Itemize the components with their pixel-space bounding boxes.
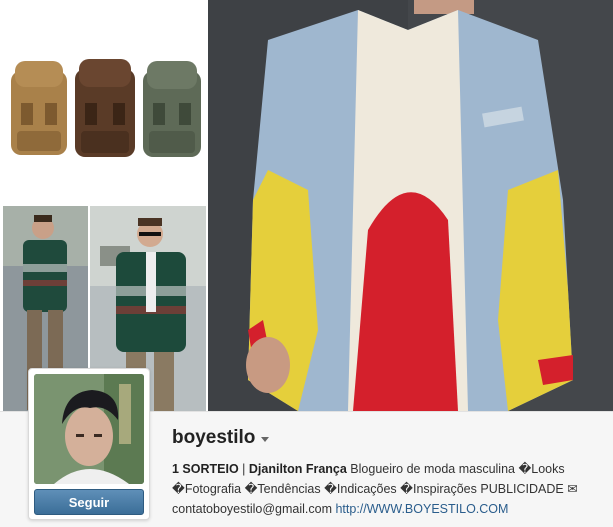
follow-button[interactable]: Seguir: [34, 489, 144, 515]
username: boyestilo: [172, 427, 256, 448]
avatar[interactable]: [34, 374, 144, 484]
chevron-down-icon[interactable]: [261, 437, 270, 442]
bio-line-3: contatoboyestilo@gmail.com http://WWW.BO…: [172, 499, 608, 519]
bio-author: Djanilton França: [248, 462, 347, 476]
photo-mosaic: [0, 0, 613, 411]
bio-description: Blogueiro de moda masculina �Looks: [346, 462, 565, 476]
profile-bio: 1 SORTEIO | Djanilton França Blogueiro d…: [172, 459, 608, 519]
photo-backpacks[interactable]: [3, 3, 206, 203]
photo-watercolor-blazer[interactable]: [208, 0, 613, 411]
bio-highlight: 1 SORTEIO: [172, 462, 239, 476]
bio-line-2: �Fotografia �Tendências �Indicações �Ins…: [172, 482, 578, 496]
website-link[interactable]: http://WWW.BOYESTILO.COM: [335, 502, 508, 516]
avatar-card: Seguir: [28, 368, 150, 520]
bio-separator: |: [238, 462, 249, 476]
bio-email: contatoboyestilo@gmail.com: [172, 502, 332, 516]
bio-line-1: 1 SORTEIO | Djanilton França Blogueiro d…: [172, 459, 608, 479]
username-row: boyestilo: [172, 427, 270, 449]
